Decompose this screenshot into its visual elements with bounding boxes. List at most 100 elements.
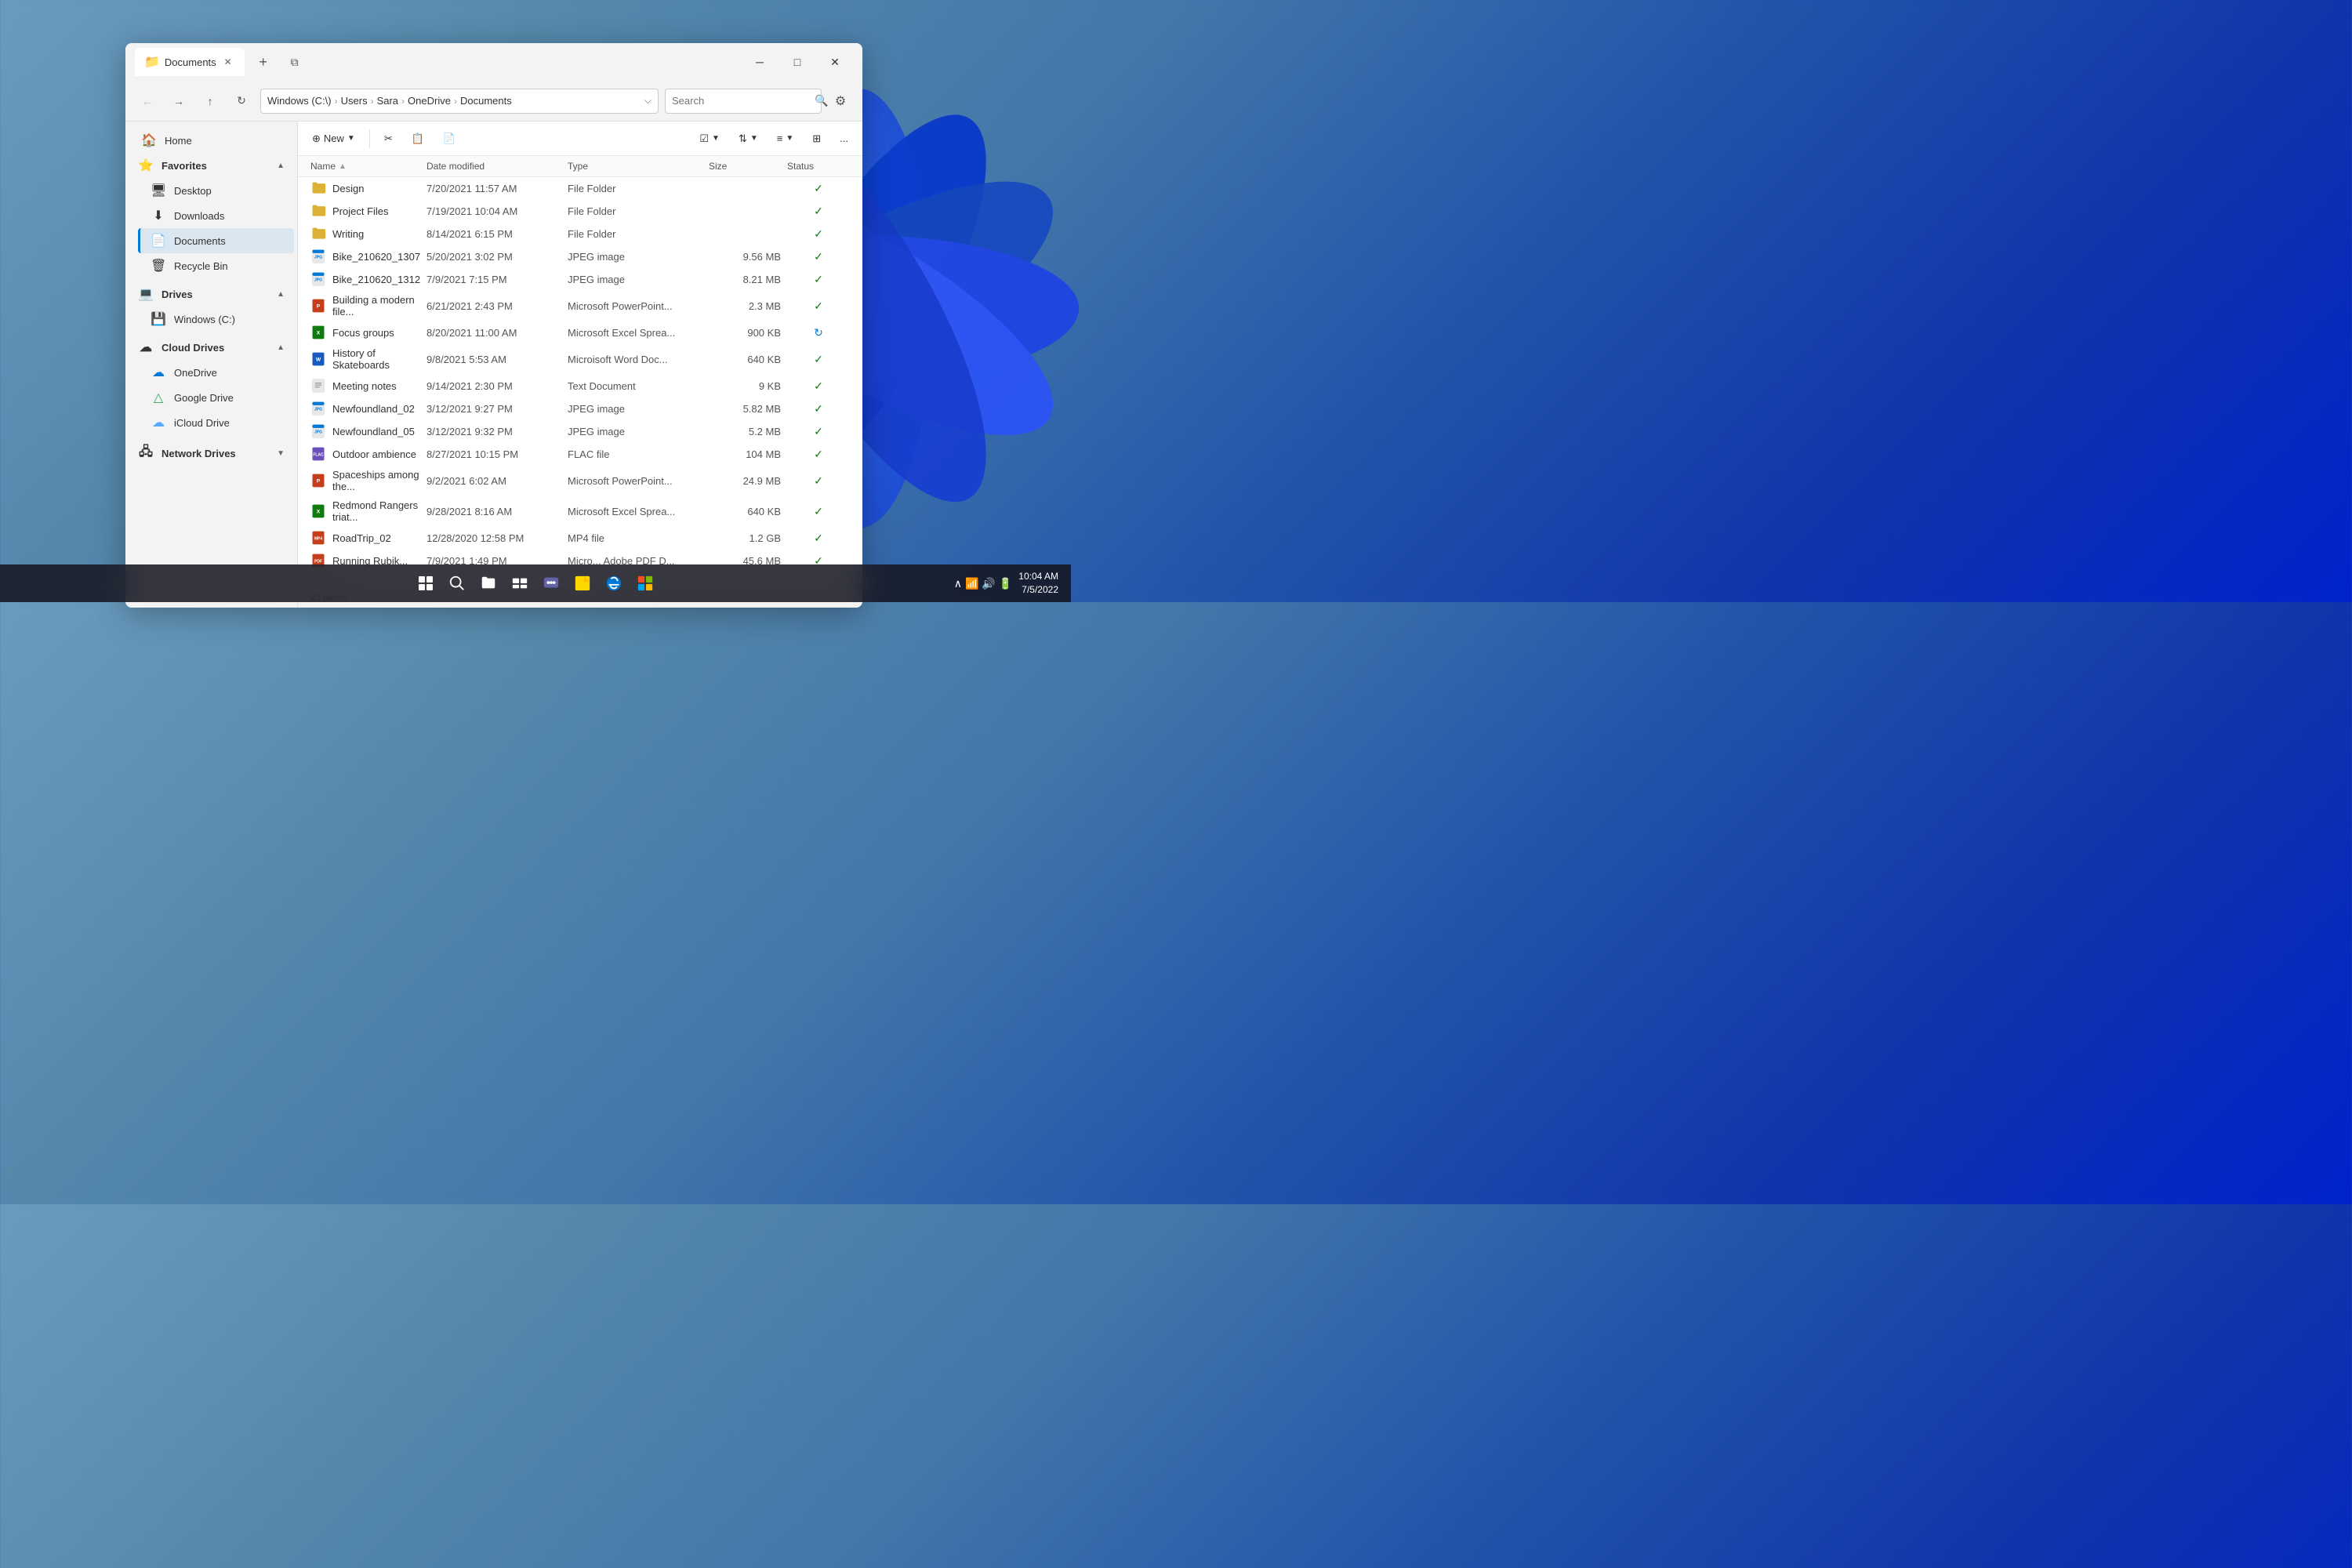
tab-switch-button[interactable]: ⧉ [282,49,307,74]
window-tab[interactable]: 📁 Documents ✕ [135,48,245,76]
sidebar-item-home[interactable]: 🏠 Home [129,128,294,153]
sidebar-item-windows-c[interactable]: 💾 Windows (C:) [138,307,294,332]
up-button[interactable]: ↑ [198,89,223,114]
file-name: Building a modern file... [332,294,426,318]
copy-button[interactable]: 📋 [404,126,432,151]
taskbar-multitasking-button[interactable] [507,571,532,596]
table-row[interactable]: Meeting notes 9/14/2021 2:30 PM Text Doc… [298,375,862,397]
table-row[interactable]: JPG Newfoundland_05 3/12/2021 9:32 PM JP… [298,420,862,443]
taskbar-edge-button[interactable] [601,571,626,596]
sidebar-home-label: Home [165,135,192,147]
table-row[interactable]: MP4 RoadTrip_02 12/28/2020 12:58 PM MP4 … [298,527,862,550]
file-status-cell: ✓ [787,402,850,416]
search-input[interactable] [672,95,810,107]
sidebar-item-recycle-bin[interactable]: 🗑 Recycle Bin [138,253,294,278]
back-button[interactable]: ← [135,89,160,114]
sidebar-item-icloud-drive[interactable]: ☁ iCloud Drive [138,410,294,435]
sidebar-drives-items: 💾 Windows (C:) [125,307,297,332]
table-row[interactable]: JPG Newfoundland_02 3/12/2021 9:27 PM JP… [298,397,862,420]
view-mode-button[interactable]: ≡ ▼ [769,126,802,151]
close-button[interactable]: ✕ [817,49,853,74]
maximize-button[interactable]: □ [779,49,815,74]
battery-icon[interactable]: 🔋 [999,577,1012,590]
table-row[interactable]: FLAC Outdoor ambience 8/27/2021 10:15 PM… [298,443,862,466]
taskbar-files-button[interactable] [476,571,501,596]
table-row[interactable]: Design 7/20/2021 11:57 AM File Folder ✓ [298,177,862,200]
file-status-cell: ✓ [787,273,850,286]
search-bar[interactable]: 🔍 [665,89,822,114]
breadcrumb-users[interactable]: Users [341,95,368,107]
sort-icon: ⇅ [739,132,747,145]
breadcrumb-documents[interactable]: Documents [460,95,512,107]
file-type: File Folder [568,205,709,217]
header-name[interactable]: Name ▲ [310,161,426,172]
sidebar-desktop-label: Desktop [174,185,212,197]
sidebar-network-header[interactable]: 🖧 Network Drives ▼ [125,438,297,469]
taskbar-search-button[interactable] [445,571,470,596]
svg-text:PDF: PDF [314,560,322,564]
sidebar-onedrive-label: OneDrive [174,367,217,379]
taskbar-chat-button[interactable] [539,571,564,596]
sidebar-cloud-items: ☁ OneDrive △ Google Drive ☁ iCloud Drive [125,360,297,435]
breadcrumb-sara[interactable]: Sara [377,95,398,107]
table-row[interactable]: JPG Bike_210620_1307 5/20/2021 3:02 PM J… [298,245,862,268]
file-size: 9.56 MB [709,251,787,263]
taskbar-clock[interactable]: 10:04 AM 7/5/2022 [1018,570,1058,597]
sidebar-favorites-header[interactable]: ⭐ Favorites ▲ [125,153,297,178]
address-bar[interactable]: Windows (C:\) › Users › Sara › OneDrive … [260,89,659,114]
chevron-up-icon[interactable]: ∧ [954,577,962,590]
sidebar-cloud-header[interactable]: ☁ Cloud Drives ▲ [125,335,297,360]
taskbar-store-button[interactable] [633,571,658,596]
search-icon[interactable]: 🔍 [815,94,828,107]
refresh-button[interactable]: ↻ [229,89,254,114]
file-status-cell: ✓ [787,448,850,461]
file-date: 5/20/2021 3:02 PM [426,251,568,263]
table-row[interactable]: Writing 8/14/2021 6:15 PM File Folder ✓ [298,223,862,245]
sidebar-item-documents[interactable]: 📄 Documents [138,228,294,253]
file-size: 9 KB [709,380,787,392]
table-row[interactable]: X Redmond Rangers triat... 9/28/2021 8:1… [298,496,862,527]
taskbar-sticky-notes-button[interactable] [570,571,595,596]
sort-button[interactable]: ⇅ ▼ [731,126,766,151]
sidebar-item-onedrive[interactable]: ☁ OneDrive [138,360,294,385]
sidebar-item-google-drive[interactable]: △ Google Drive [138,385,294,410]
breadcrumb-drive[interactable]: Windows (C:\) [267,95,332,107]
wifi-icon[interactable]: 📶 [965,577,978,590]
minimize-button[interactable]: ─ [742,49,778,74]
file-status-cell: ✓ [787,250,850,263]
table-row[interactable]: JPG Bike_210620_1312 7/9/2021 7:15 PM JP… [298,268,862,291]
file-type: Microsoft Excel Sprea... [568,506,709,517]
header-date[interactable]: Date modified [426,161,568,172]
tab-folder-icon: 📁 [144,54,160,70]
header-type[interactable]: Type [568,161,709,172]
sidebar-section-drives: 💻 Drives ▲ 💾 Windows (C:) [125,281,297,332]
sidebar-item-downloads[interactable]: ⬇ Downloads [138,203,294,228]
file-size: 1.2 GB [709,532,787,544]
settings-button[interactable]: ⚙ [828,89,853,114]
new-tab-button[interactable]: + [251,49,276,74]
details-button[interactable]: ⊞ [804,126,829,151]
checkbox-icon: ☑ [699,132,709,145]
breadcrumb-onedrive[interactable]: OneDrive [408,95,451,107]
address-dropdown-button[interactable]: ⌵ [644,95,652,107]
view-checkboxes-button[interactable]: ☑ ▼ [691,126,728,151]
table-row[interactable]: W History of Skateboards 9/8/2021 5:53 A… [298,344,862,375]
close-tab-button[interactable]: ✕ [221,55,235,69]
taskbar-start-button[interactable] [413,571,438,596]
table-row[interactable]: X Focus groups 8/20/2021 11:00 AM Micros… [298,321,862,344]
cut-button[interactable]: ✂ [376,126,401,151]
sidebar-item-desktop[interactable]: 🖥 Desktop [138,178,294,203]
file-size: 900 KB [709,327,787,339]
file-date: 3/12/2021 9:32 PM [426,426,568,437]
volume-icon[interactable]: 🔊 [982,577,995,590]
sidebar-drives-header[interactable]: 💻 Drives ▲ [125,281,297,307]
header-status[interactable]: Status [787,161,850,172]
table-row[interactable]: P Spaceships among the... 9/2/2021 6:02 … [298,466,862,496]
new-button[interactable]: ⊕ New ▼ [304,126,363,151]
paste-button[interactable]: 📄 [435,126,463,151]
forward-button[interactable]: → [166,89,191,114]
header-size[interactable]: Size [709,161,787,172]
table-row[interactable]: Project Files 7/19/2021 10:04 AM File Fo… [298,200,862,223]
table-row[interactable]: P Building a modern file... 6/21/2021 2:… [298,291,862,321]
more-options-button[interactable]: ... [832,126,856,151]
